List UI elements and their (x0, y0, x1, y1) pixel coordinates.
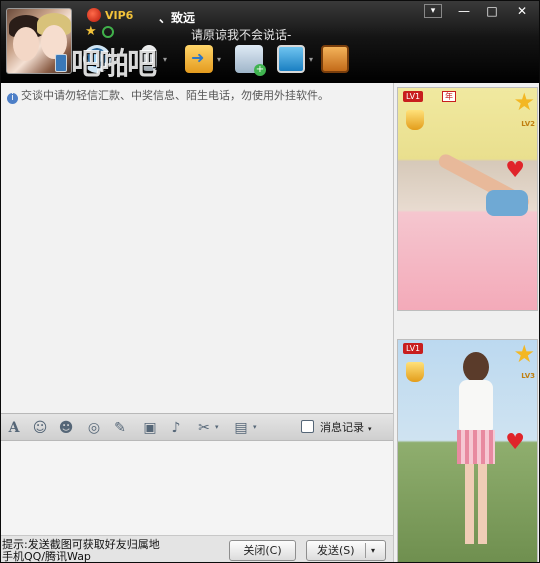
star-level-icon: ★ LV3 (513, 342, 535, 380)
contact-name[interactable]: 、致远 (159, 9, 195, 26)
message-input[interactable] (1, 441, 393, 535)
magic-face-icon[interactable]: ☻ (58, 420, 74, 436)
show-panel: LV1 年 ★ LV2 ♥ LV1 ★ LV3 ♥ (393, 83, 539, 562)
transfer-file-dropdown-icon[interactable]: ▾ (217, 55, 221, 64)
transfer-file-icon[interactable] (185, 45, 213, 73)
emoji-icon[interactable]: ☺ (32, 420, 48, 436)
show-card[interactable]: LV1 ★ LV3 ♥ (397, 339, 538, 562)
show-figure (453, 352, 499, 552)
close-button[interactable]: 关闭(C) (229, 540, 296, 561)
figure-body (459, 380, 493, 430)
tip-line-2[interactable]: 手机QQ/腾讯Wap (2, 551, 160, 563)
vip-icon[interactable] (87, 8, 101, 22)
doodle-icon[interactable]: ✎ (112, 420, 128, 436)
send-label: 发送(S) (317, 544, 355, 557)
year-badge: 年 (442, 91, 456, 102)
message-history-button[interactable]: 消息记录 ▾ (301, 418, 372, 438)
briefcase-icon[interactable]: ▤ (233, 420, 249, 436)
security-notice: i 交谈中请勿轻信汇款、中奖信息、陌生电话，勿使用外挂软件。 (7, 87, 329, 104)
security-notice-text: 交谈中请勿轻信汇款、中奖信息、陌生电话，勿使用外挂软件。 (21, 89, 329, 102)
screenshot-dropdown-icon[interactable]: ▾ (215, 423, 219, 431)
trophy-icon (406, 110, 424, 130)
remote-assist-icon[interactable] (277, 45, 305, 73)
figure-legs (465, 464, 487, 544)
star-level-label: LV3 (521, 372, 535, 380)
history-label: 消息记录 (320, 421, 364, 434)
shake-icon[interactable]: ◎ (86, 420, 102, 436)
avatar-face-left (13, 27, 39, 61)
video-call-icon[interactable] (83, 45, 111, 73)
minimize-button[interactable]: — (453, 3, 475, 19)
apps-icon[interactable] (321, 45, 349, 73)
bottom-bar: 提示:发送截图可获取好友归属地 手机QQ/腾讯Wap 关闭(C) 发送(S) ▾ (1, 535, 393, 563)
level-badge: LV1 (403, 343, 424, 354)
history-icon (301, 420, 314, 433)
screenshot-icon[interactable]: ✂ (196, 420, 212, 436)
qq-status-icon[interactable] (102, 26, 114, 38)
heart-icon[interactable]: ♥ (505, 160, 525, 182)
vip-label[interactable]: VIP6 (105, 9, 133, 22)
figure-head (463, 352, 489, 382)
send-divider (365, 543, 366, 558)
image-icon[interactable]: ▣ (142, 420, 158, 436)
star-level-label: LV2 (521, 120, 535, 128)
music-icon[interactable]: ♪ (168, 420, 184, 436)
history-dropdown-icon: ▾ (368, 425, 372, 433)
mobile-online-icon (55, 54, 67, 72)
voice-call-dropdown-icon[interactable]: ▾ (163, 55, 167, 64)
heart-icon[interactable]: ♥ (505, 432, 525, 454)
level-badge: LV1 (403, 91, 424, 102)
chat-window: VIP6 ★ 、致远 请原谅我不会说话- ▾ — □ ✕ ▾ ▾ ▾ ▾ 吧啪吧… (0, 0, 540, 563)
chat-header: VIP6 ★ 、致远 请原谅我不会说话- ▾ — □ ✕ ▾ ▾ ▾ ▾ 吧啪吧 (1, 1, 539, 83)
video-call-dropdown-icon[interactable]: ▾ (115, 55, 119, 64)
font-icon[interactable]: A (6, 420, 22, 436)
remote-assist-dropdown-icon[interactable]: ▾ (309, 55, 313, 64)
contact-signature: 请原谅我不会说话- (191, 28, 292, 42)
message-history-panel[interactable]: i 交谈中请勿轻信汇款、中奖信息、陌生电话，勿使用外挂软件。 (1, 83, 393, 413)
trophy-icon (406, 362, 424, 382)
voice-call-icon[interactable] (141, 45, 157, 71)
window-menu-button[interactable]: ▾ (424, 4, 442, 18)
briefcase-dropdown-icon[interactable]: ▾ (253, 423, 257, 431)
figure-skirt (486, 190, 528, 216)
figure-skirt (457, 430, 495, 464)
star-level-icon: ★ LV2 (513, 90, 535, 128)
maximize-button[interactable]: □ (481, 3, 503, 19)
tip-text: 提示:发送截图可获取好友归属地 手机QQ/腾讯Wap (2, 539, 160, 563)
close-window-button[interactable]: ✕ (511, 3, 533, 19)
send-button[interactable]: 发送(S) ▾ (306, 540, 386, 561)
send-sms-icon[interactable] (235, 45, 266, 76)
star-icon[interactable]: ★ (85, 25, 97, 38)
show-card[interactable]: LV1 年 ★ LV2 ♥ (397, 87, 538, 311)
send-options-dropdown-icon[interactable]: ▾ (371, 541, 375, 560)
info-icon: i (7, 93, 18, 104)
input-toolbar: A ☺ ☻ ◎ ✎ ▣ ♪ ✂ ▾ ▤ ▾ 消息记录 ▾ (1, 413, 393, 441)
